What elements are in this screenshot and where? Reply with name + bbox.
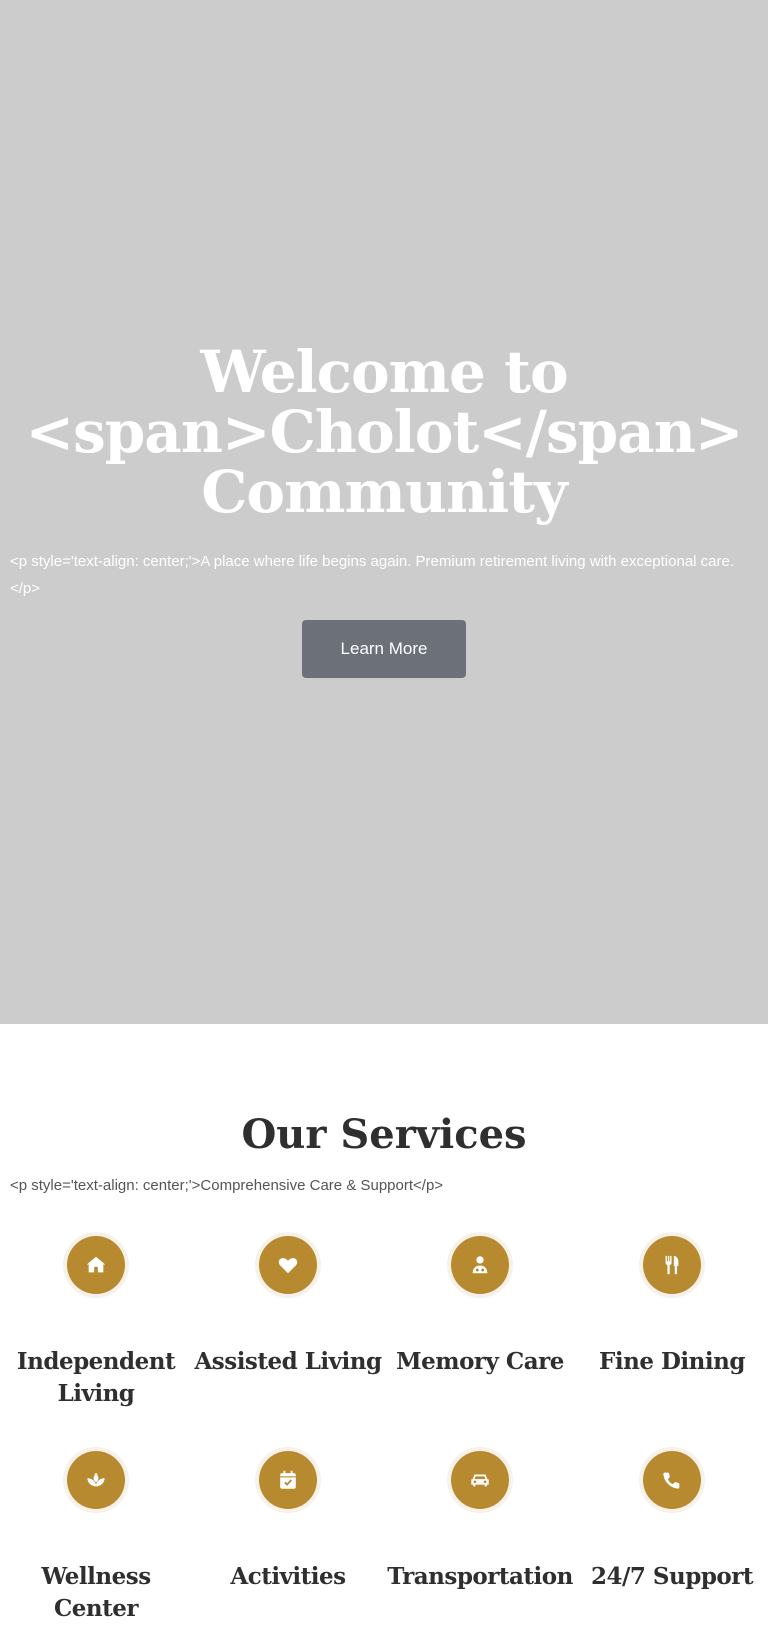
home-icon bbox=[67, 1236, 125, 1294]
hero-title-line3: Community bbox=[201, 458, 567, 526]
calendar-check-icon bbox=[259, 1451, 317, 1509]
services-subtitle: <p style='text-align: center;'>Comprehen… bbox=[10, 1177, 444, 1194]
services-title: Our Services bbox=[241, 1111, 527, 1158]
service-label: Memory Care bbox=[396, 1348, 564, 1375]
services-section: Our Services <p style='text-align: cente… bbox=[0, 1024, 768, 1640]
service-label: Independent Living bbox=[16, 1348, 176, 1407]
phone-icon bbox=[643, 1451, 701, 1509]
utensils-icon bbox=[643, 1236, 701, 1294]
hero-section: Welcome to <span>Cholot</span> Community… bbox=[0, 0, 768, 1024]
service-label: Wellness Center bbox=[41, 1563, 151, 1622]
service-label: 24/7 Support bbox=[591, 1563, 754, 1590]
learn-more-button[interactable]: Learn More bbox=[302, 620, 466, 678]
heart-icon bbox=[259, 1236, 317, 1294]
service-label: Assisted Living bbox=[194, 1348, 382, 1375]
hero-title-line1: Welcome to bbox=[200, 338, 568, 406]
service-label: Transportation bbox=[387, 1563, 573, 1590]
hero-subtitle: <p style='text-align: center;'>A place w… bbox=[10, 553, 735, 597]
car-icon bbox=[451, 1451, 509, 1509]
hero-title: Welcome to <span>Cholot</span> Community bbox=[0, 342, 768, 522]
hero-title-line2: <span>Cholot</span> bbox=[25, 398, 743, 466]
service-label: Fine Dining bbox=[599, 1348, 745, 1375]
spa-icon bbox=[67, 1451, 125, 1509]
doctor-icon bbox=[451, 1236, 509, 1294]
service-label: Activities bbox=[230, 1563, 346, 1590]
